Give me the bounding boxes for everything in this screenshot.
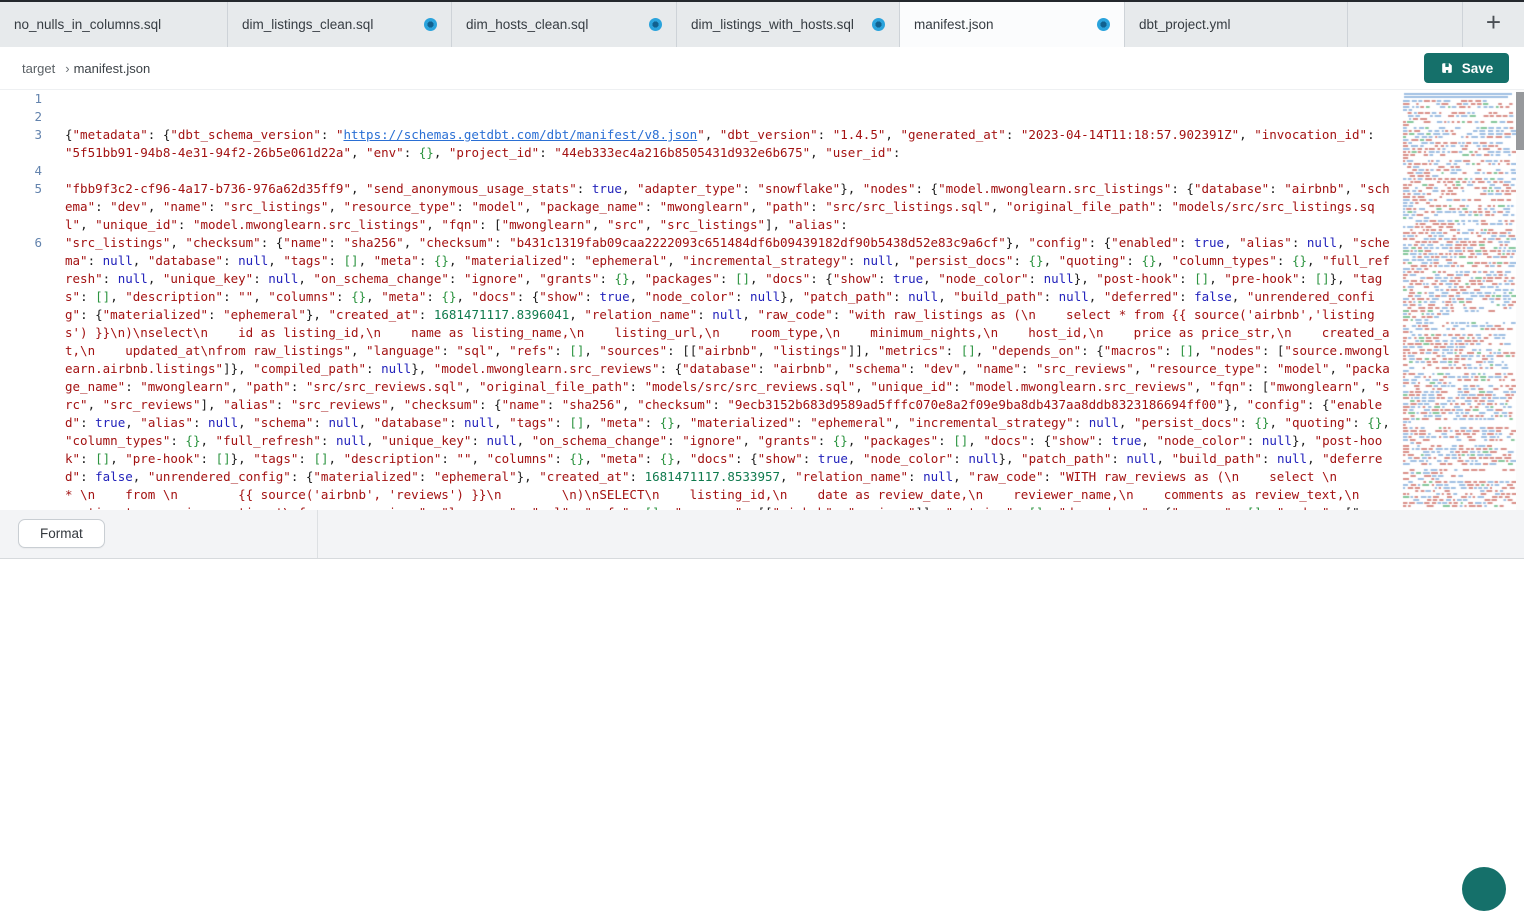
code-text <box>65 108 1396 126</box>
line-number: 5 <box>0 180 42 234</box>
breadcrumb-file: manifest.json <box>74 61 151 76</box>
code-text: "src_listings", "checksum": {"name": "sh… <box>65 234 1396 510</box>
plus-icon: + <box>1486 7 1501 38</box>
save-button[interactable]: Save <box>1424 53 1509 83</box>
tab-label: manifest.json <box>914 17 994 32</box>
line-number: 1 <box>0 90 42 108</box>
code-line[interactable]: 3 {"metadata": {"dbt_schema_version": "ht… <box>0 126 1524 162</box>
save-icon <box>1440 61 1454 75</box>
tab-manifest-json[interactable]: manifest.json <box>900 2 1125 47</box>
chevron-right-icon: › <box>65 61 69 76</box>
code-line[interactable]: 5 "fbb9f3c2-cf96-4a17-b736-976a62d35ff9",… <box>0 180 1524 234</box>
code-line[interactable]: 2 <box>0 108 1524 126</box>
tab-dim-hosts-clean-sql[interactable]: dim_hosts_clean.sql <box>452 2 677 47</box>
results-pane <box>0 558 1524 875</box>
minimap[interactable] <box>1400 90 1524 510</box>
modified-dot-icon[interactable] <box>1097 18 1110 31</box>
help-chat-widget[interactable] <box>1462 867 1506 911</box>
tab-label: dbt_project.yml <box>1139 17 1231 32</box>
modified-dot-icon[interactable] <box>649 18 662 31</box>
code-text: {"metadata": {"dbt_schema_version": "htt… <box>65 126 1396 162</box>
scrollbar-thumb[interactable] <box>1516 92 1524 150</box>
modified-dot-icon[interactable] <box>872 18 885 31</box>
panel-divider <box>317 510 318 558</box>
line-number: 6 <box>0 234 42 510</box>
code-line[interactable]: 1 <box>0 90 1524 108</box>
code-text: "fbb9f3c2-cf96-4a17-b736-976a62d35ff9", … <box>65 180 1396 234</box>
line-number: 2 <box>0 108 42 126</box>
tab-bar-spacer <box>1348 2 1463 47</box>
editor-tab-bar: no_nulls_in_columns.sql dim_listings_cle… <box>0 2 1524 47</box>
editor-scrollbar[interactable] <box>1516 90 1524 510</box>
tab-dim-listings-with-hosts-sql[interactable]: dim_listings_with_hosts.sql <box>677 2 900 47</box>
tab-label: dim_hosts_clean.sql <box>466 17 588 32</box>
line-number: 4 <box>0 162 42 180</box>
code-lines[interactable]: 1 2 3 {"metadata": {"dbt_schema_version":… <box>0 90 1524 510</box>
tab-dim-listings-clean-sql[interactable]: dim_listings_clean.sql <box>228 2 452 47</box>
editor-footer-bar: Format <box>0 510 1524 558</box>
tab-dbt-project-yml[interactable]: dbt_project.yml <box>1125 2 1348 47</box>
tab-label: no_nulls_in_columns.sql <box>14 17 161 32</box>
new-tab-button[interactable]: + <box>1463 2 1524 47</box>
code-text <box>65 90 1396 108</box>
code-line[interactable]: 4 <box>0 162 1524 180</box>
tab-label: dim_listings_with_hosts.sql <box>691 17 854 32</box>
code-text <box>65 162 1396 180</box>
modified-dot-icon[interactable] <box>424 18 437 31</box>
code-editor[interactable]: 1 2 3 {"metadata": {"dbt_schema_version":… <box>0 90 1524 510</box>
save-button-label: Save <box>1462 61 1494 76</box>
file-header-bar: target › manifest.json Save <box>0 47 1524 90</box>
tab-label: dim_listings_clean.sql <box>242 17 373 32</box>
tab-no-nulls-in-columns-sql[interactable]: no_nulls_in_columns.sql <box>0 2 228 47</box>
minimap-canvas[interactable] <box>1402 91 1516 509</box>
format-button[interactable]: Format <box>18 519 105 548</box>
breadcrumb-folder: target <box>22 61 55 76</box>
line-number: 3 <box>0 126 42 162</box>
code-line[interactable]: 6"src_listings", "checksum": {"name": "s… <box>0 234 1524 510</box>
